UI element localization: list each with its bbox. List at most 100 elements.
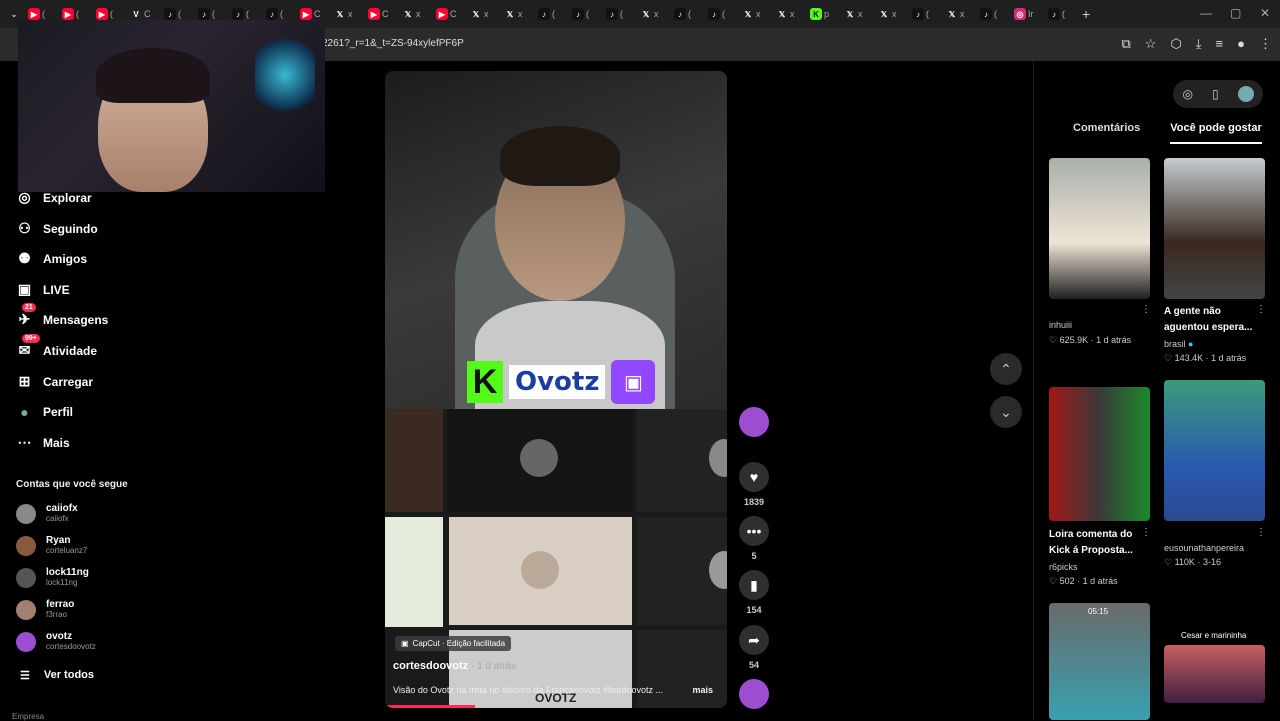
- new-tab-button[interactable]: +: [1076, 3, 1110, 25]
- capcut-tag[interactable]: ▣ CapCut · Edição facilitada: [395, 636, 512, 651]
- more-options-icon[interactable]: ⋮: [1141, 527, 1151, 538]
- grid-cell: [447, 409, 633, 512]
- browser-tab[interactable]: 𝕏x: [736, 3, 770, 25]
- video-author[interactable]: brasil ●: [1164, 339, 1193, 349]
- more-options-icon[interactable]: ⋮: [1256, 304, 1266, 315]
- recommended-video-thumb[interactable]: [1164, 645, 1265, 703]
- tiktok-icon: ♪: [572, 8, 584, 20]
- tiktok-icon: ♪: [674, 8, 686, 20]
- sidebar-item-mais[interactable]: ⋯ Mais: [16, 434, 70, 451]
- sidebar-item-label: Perfil: [43, 404, 74, 419]
- browser-tab[interactable]: ♪(: [566, 3, 600, 25]
- following-account[interactable]: lock11ng lock11ng: [16, 567, 89, 588]
- recommended-video-thumb[interactable]: [1049, 603, 1150, 720]
- grid-cell: [637, 409, 727, 512]
- sidebar-item-atividade[interactable]: ✉ 99+ Atividade: [16, 334, 97, 359]
- tab-you-may-like[interactable]: Você pode gostar: [1170, 120, 1262, 144]
- menu-icon[interactable]: ⋮: [1259, 36, 1272, 52]
- following-account[interactable]: ferrao f3rrao: [16, 599, 74, 620]
- see-all-button[interactable]: ☰ Ver todos: [20, 669, 94, 682]
- extensions-icon[interactable]: ⬡: [1170, 36, 1181, 52]
- browser-tab[interactable]: ♪(: [1042, 3, 1076, 25]
- media-icon[interactable]: ≡: [1216, 36, 1224, 52]
- browser-tab[interactable]: 𝕏x: [872, 3, 906, 25]
- like-button[interactable]: ♥ 1839: [736, 462, 772, 507]
- install-icon[interactable]: ⧉: [1121, 36, 1130, 52]
- comment-button[interactable]: ••• 5: [736, 516, 772, 561]
- avatar: [520, 439, 558, 477]
- browser-tab[interactable]: 𝕏x: [940, 3, 974, 25]
- browser-tab[interactable]: ◎ Ir: [1008, 3, 1042, 25]
- sidebar-item-amigos[interactable]: ⚉ Amigos: [16, 250, 87, 267]
- browser-tab[interactable]: ▶ C: [430, 3, 464, 25]
- recommended-video-thumb[interactable]: [1164, 380, 1265, 521]
- share-button[interactable]: ➦ 54: [736, 625, 772, 670]
- webcam-overlay: [18, 20, 325, 192]
- browser-tab[interactable]: ♪(: [906, 3, 940, 25]
- browser-tab[interactable]: 𝕏x: [328, 3, 362, 25]
- video-stats: ♡ 502 · 1 d atrás: [1049, 576, 1118, 586]
- tab-title: C: [382, 9, 389, 19]
- video-progress-bar[interactable]: [385, 705, 475, 708]
- compass-icon[interactable]: ◎: [1182, 87, 1192, 101]
- browser-tab[interactable]: 𝕏x: [770, 3, 804, 25]
- sidebar-item-carregar[interactable]: ⊞ Carregar: [16, 373, 93, 390]
- creator-avatar[interactable]: [736, 407, 772, 437]
- tab-comments[interactable]: Comentários: [1073, 120, 1140, 144]
- next-video-button[interactable]: ⌄: [990, 396, 1022, 428]
- browser-tab[interactable]: ♪(: [668, 3, 702, 25]
- sidebar-item-live[interactable]: ▣ LIVE: [16, 281, 70, 298]
- following-account[interactable]: ovotz cortesdoovotz: [16, 631, 96, 652]
- video-author[interactable]: inhuiii: [1049, 320, 1072, 330]
- browser-tab[interactable]: ♪(: [600, 3, 634, 25]
- user-avatar[interactable]: [1237, 86, 1254, 102]
- previous-video-button[interactable]: ⌃: [990, 353, 1022, 385]
- video-player[interactable]: K Ovotz ▣ ▣ CapCut · Edição facilitada c…: [385, 71, 727, 708]
- browser-tab[interactable]: 𝕏x: [498, 3, 532, 25]
- video-author[interactable]: eusounathanpereira: [1164, 543, 1244, 553]
- following-account[interactable]: caiiofx caiiofx: [16, 503, 78, 524]
- profile-avatar-icon[interactable]: ●: [1237, 36, 1245, 52]
- sidebar-item-mensagens[interactable]: ✈ 21 Mensagens: [16, 303, 108, 328]
- video-author[interactable]: r6picks: [1049, 562, 1078, 572]
- browser-tab[interactable]: ♪(: [974, 3, 1008, 25]
- video-author[interactable]: cortesdoovotz · 1 d atrás: [393, 660, 516, 672]
- recommended-video-thumb[interactable]: [1049, 158, 1150, 299]
- recommended-video-thumb[interactable]: [1164, 158, 1265, 299]
- youtube-icon: ▶: [300, 8, 312, 20]
- phone-icon[interactable]: ▯: [1212, 87, 1219, 101]
- like-count: 502: [1059, 576, 1075, 586]
- close-icon[interactable]: ✕: [1260, 6, 1270, 20]
- tab-title: x: [518, 9, 523, 19]
- browser-tab[interactable]: 𝕏x: [634, 3, 668, 25]
- tiktok-icon: ♪: [232, 8, 244, 20]
- music-disc[interactable]: [736, 679, 772, 709]
- video-caption[interactable]: A gente não aguentou espera...: [1164, 304, 1254, 336]
- more-options-icon[interactable]: ⋮: [1141, 304, 1151, 315]
- maximize-icon[interactable]: ▢: [1230, 6, 1241, 20]
- sidebar-item-explorar[interactable]: ◎ Explorar: [16, 189, 91, 206]
- more-button[interactable]: mais: [692, 685, 713, 695]
- browser-tab[interactable]: Kp: [804, 3, 838, 25]
- tab-title: (: [994, 9, 997, 19]
- browser-tab[interactable]: 𝕏x: [838, 3, 872, 25]
- sidebar-item-perfil[interactable]: ● Perfil: [16, 403, 73, 420]
- save-button[interactable]: ▮ 154: [736, 570, 772, 615]
- following-account[interactable]: Ryan corteluanz7: [16, 535, 87, 556]
- browser-tab[interactable]: 𝕏x: [464, 3, 498, 25]
- tab-title: p: [824, 9, 830, 19]
- browser-tab[interactable]: ♪(: [702, 3, 736, 25]
- download-icon[interactable]: ⤓: [1196, 36, 1202, 52]
- video-caption[interactable]: Loira comenta do Kick á Proposta...: [1049, 527, 1139, 559]
- url-text[interactable]: 2261?_r=1&_t=ZS-94xylefPF6P: [322, 38, 464, 49]
- sidebar-item-seguindo[interactable]: ⚇ Seguindo: [16, 220, 97, 237]
- browser-tab[interactable]: ▶ C: [362, 3, 396, 25]
- recommended-video-thumb[interactable]: [1049, 387, 1150, 521]
- tab-title: x: [654, 9, 659, 19]
- browser-tab[interactable]: ♪(: [532, 3, 566, 25]
- tiktok-icon: ♪: [538, 8, 550, 20]
- bookmark-star-icon[interactable]: ☆: [1145, 36, 1157, 52]
- more-options-icon[interactable]: ⋮: [1256, 527, 1266, 538]
- browser-tab[interactable]: 𝕏x: [396, 3, 430, 25]
- minimize-icon[interactable]: —: [1200, 6, 1212, 20]
